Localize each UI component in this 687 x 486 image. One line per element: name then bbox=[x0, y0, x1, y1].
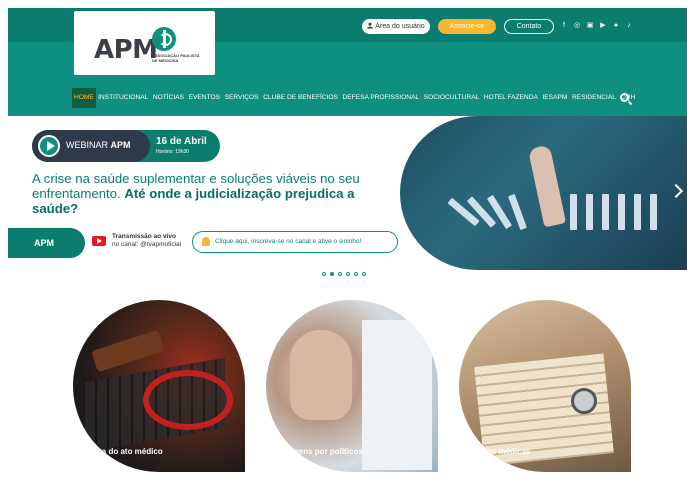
user-icon bbox=[367, 22, 374, 29]
play-icon bbox=[38, 135, 60, 157]
webinar-badge: WEBINAR APM 16 de Abril Horário: 19h30 bbox=[32, 130, 220, 162]
page-edge bbox=[0, 0, 8, 486]
nav-item-noticias[interactable]: NOTÍCIAS bbox=[151, 88, 187, 108]
webinar-label: WEBINAR APM bbox=[66, 140, 131, 150]
youtube-icon bbox=[92, 236, 106, 246]
user-area-button[interactable]: Área do usuário bbox=[362, 19, 430, 34]
hero-banner[interactable]: WEBINAR APM 16 de Abril Horário: 19h30 A… bbox=[8, 116, 687, 270]
nav-item-home[interactable]: HOME bbox=[72, 88, 96, 108]
card-label: Filmagens por políticos bbox=[273, 447, 363, 456]
hand-shape bbox=[527, 144, 567, 228]
webinar-hour: Horário: 19h30 bbox=[156, 149, 190, 155]
domino-shape bbox=[618, 194, 625, 230]
associe-button[interactable]: Associe-se bbox=[438, 19, 496, 34]
carousel-dots bbox=[322, 272, 366, 276]
instagram-icon[interactable]: ◎ bbox=[573, 22, 581, 30]
apm-tag-text: APM bbox=[34, 238, 54, 248]
contato-button[interactable]: Contato bbox=[504, 19, 554, 34]
stethoscope-shape bbox=[571, 388, 597, 414]
subscribe-cta[interactable]: Clique aqui, inscreva-se no canal e ativ… bbox=[192, 231, 398, 253]
linkedin-icon[interactable]: ▣ bbox=[586, 22, 594, 30]
carousel-dot[interactable] bbox=[362, 272, 366, 276]
logo-text: APM bbox=[94, 35, 158, 65]
nav-item-residencial[interactable]: RESIDENCIAL bbox=[570, 88, 619, 108]
carousel-dot[interactable] bbox=[338, 272, 342, 276]
nav-item-sociocultural[interactable]: SOCIOCULTURAL bbox=[421, 88, 481, 108]
webinar-badge-left: WEBINAR APM bbox=[32, 130, 150, 162]
gavel-shape bbox=[91, 329, 165, 373]
social-links: f ◎ ▣ ▶ ● ♪ bbox=[560, 22, 633, 30]
carousel-dot[interactable] bbox=[354, 272, 358, 276]
user-area-label: Área do usuário bbox=[375, 23, 425, 30]
domino-shape bbox=[570, 194, 577, 230]
domino-shape bbox=[586, 194, 593, 230]
main-nav: HOME INSTITUCIONAL NOTÍCIAS EVENTOS SERV… bbox=[72, 88, 638, 108]
chevron-right-icon[interactable] bbox=[668, 183, 684, 199]
nav-item-defesa-profissional[interactable]: DEFESA PROFISSIONAL bbox=[340, 88, 421, 108]
card-label: Defesa do ato médico bbox=[80, 447, 163, 456]
webinar-label-normal: WEBINAR bbox=[66, 140, 111, 150]
facebook-icon[interactable]: f bbox=[560, 22, 568, 30]
card-label: Escolas médicas bbox=[466, 447, 531, 456]
live-stream-info: Transmissão ao vivo no canal: @tvapmofici… bbox=[112, 233, 181, 249]
carousel-dot[interactable] bbox=[346, 272, 350, 276]
domino-shape bbox=[634, 194, 641, 230]
carousel-dot[interactable] bbox=[330, 272, 334, 276]
search-icon[interactable] bbox=[620, 93, 629, 102]
banner-headline: A crise na saúde suplementar e soluções … bbox=[32, 171, 372, 216]
stethoscope-shape bbox=[143, 370, 233, 430]
domino-shape bbox=[602, 194, 609, 230]
card-defesa-ato-medico[interactable]: Defesa do ato médico bbox=[73, 300, 245, 472]
spotify-icon[interactable]: ● bbox=[612, 22, 620, 30]
nav-item-servicos[interactable]: SERVIÇOS bbox=[222, 88, 261, 108]
palm-shape bbox=[290, 330, 352, 420]
coat-shape bbox=[362, 320, 432, 470]
card-filmagens-politicos[interactable]: Filmagens por políticos bbox=[266, 300, 438, 472]
site-header: APM ASSOCIAÇÃO PAULISTA DE MEDICINA Área… bbox=[8, 8, 687, 116]
nav-item-eventos[interactable]: EVENTOS bbox=[186, 88, 222, 108]
caduceus-icon bbox=[152, 27, 176, 51]
subscribe-cta-label: Clique aqui, inscreva-se no canal e ativ… bbox=[215, 238, 362, 245]
webinar-label-bold: APM bbox=[110, 140, 131, 150]
domino-shape bbox=[650, 194, 657, 230]
live-stream-channel: no canal: @tvapmoficial bbox=[112, 241, 182, 248]
nav-item-clube-beneficios[interactable]: CLUBE DE BENEFÍCIOS bbox=[261, 88, 340, 108]
youtube-icon[interactable]: ▶ bbox=[599, 22, 607, 30]
nav-item-hotel-fazenda[interactable]: HOTEL FAZENDA bbox=[482, 88, 541, 108]
nav-item-iesapm[interactable]: IESAPM bbox=[540, 88, 570, 108]
bell-icon bbox=[202, 237, 210, 246]
apm-logo[interactable]: APM ASSOCIAÇÃO PAULISTA DE MEDICINA bbox=[74, 11, 215, 75]
banner-bottom-strip: APM Transmissão ao vivo no canal: @tvapmo… bbox=[8, 228, 398, 258]
apm-tag: APM bbox=[8, 228, 85, 258]
tiktok-icon[interactable]: ♪ bbox=[625, 22, 633, 30]
card-escolas-medicas[interactable]: Escolas médicas bbox=[459, 300, 631, 472]
live-stream-title: Transmissão ao vivo bbox=[112, 233, 176, 240]
carousel-dot[interactable] bbox=[322, 272, 326, 276]
nav-item-institucional[interactable]: INSTITUCIONAL bbox=[96, 88, 151, 108]
hero-image bbox=[400, 116, 687, 270]
webinar-date: 16 de Abril bbox=[156, 136, 207, 147]
logo-subtitle: ASSOCIAÇÃO PAULISTA DE MEDICINA bbox=[152, 53, 200, 63]
